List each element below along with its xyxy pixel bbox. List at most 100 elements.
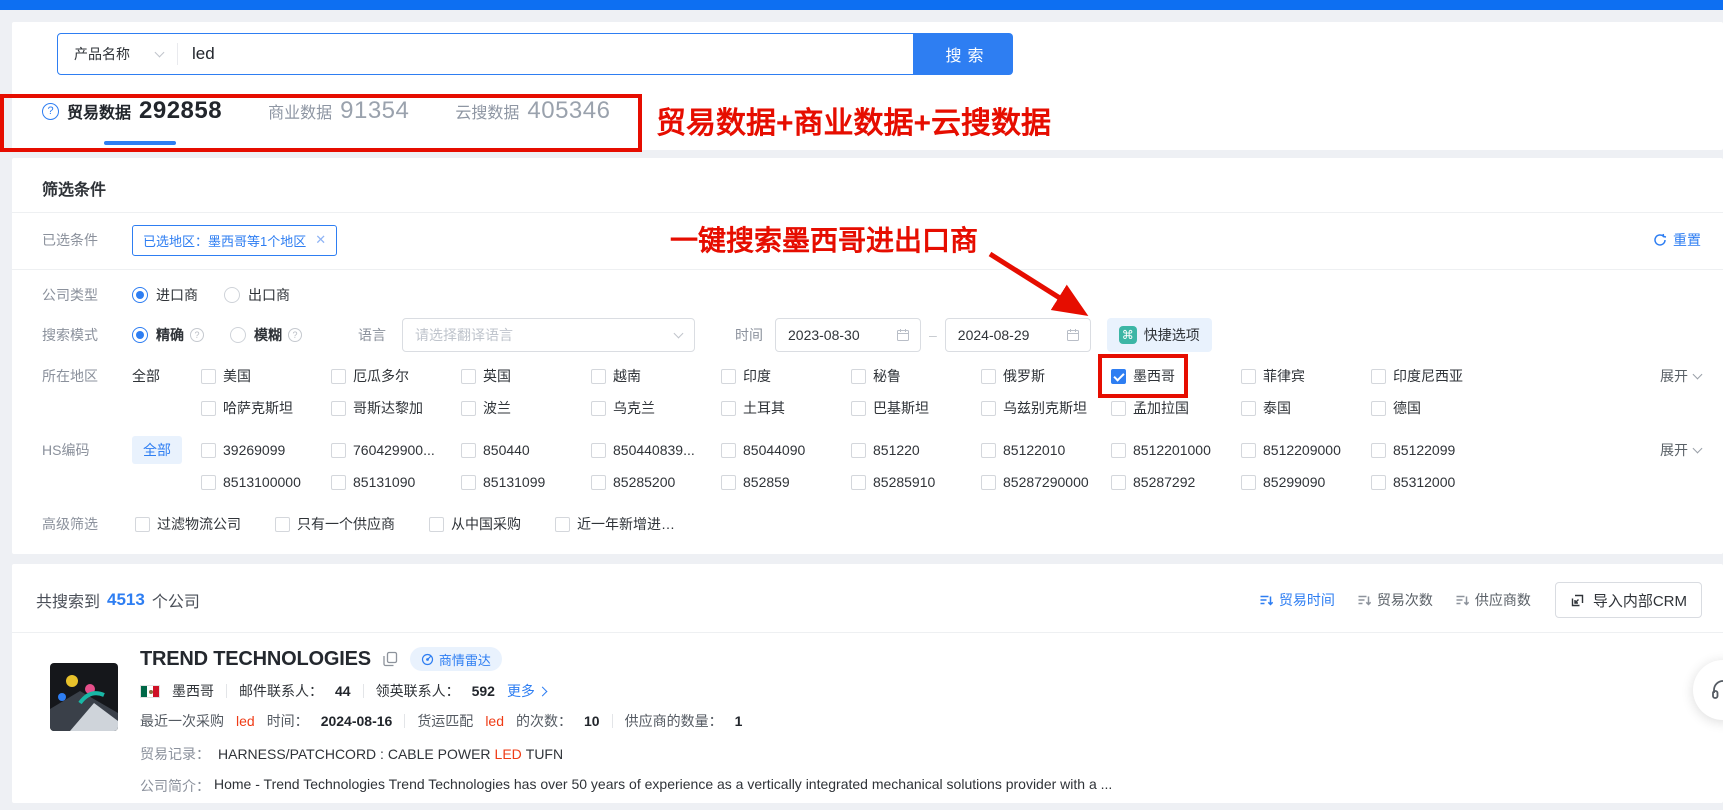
tab-business-data[interactable]: 商业数据 91354 [268,97,409,125]
search-category-select[interactable]: 产品名称 [58,44,177,64]
hs-code-checkbox[interactable]: 85122099 [1368,440,1498,460]
region-checkbox[interactable]: 哥斯达黎加 [328,396,458,420]
info-hint-icon[interactable]: ? [288,328,302,342]
hs-code-checkbox[interactable]: 85122010 [978,440,1108,460]
advanced-checkbox[interactable]: 过滤物流公司 [132,512,244,536]
sort-option[interactable]: 供应商数 [1455,590,1531,610]
region-checkbox[interactable]: 英国 [458,364,588,388]
region-checkbox[interactable]: 泰国 [1238,396,1368,420]
checkbox-label: 8512201000 [1133,442,1211,458]
more-link[interactable]: 更多 [507,681,546,701]
info-hint-icon[interactable]: ? [190,328,204,342]
date-to-input[interactable]: 2024-08-29 [945,318,1091,352]
hs-code-checkbox[interactable]: 85299090 [1238,472,1368,492]
radio-fuzzy-mode[interactable]: 模糊 ? [230,325,302,345]
checkbox-label: 孟加拉国 [1133,398,1189,418]
search-button[interactable]: 搜索 [914,33,1013,75]
business-radar-badge[interactable]: 商情雷达 [410,647,502,671]
region-all-option[interactable]: 全部 [132,366,160,386]
hs-code-checkbox[interactable]: 85312000 [1368,472,1498,492]
region-checkbox[interactable]: 印度尼西亚 [1368,364,1498,388]
hs-code-checkbox[interactable]: 851220 [848,440,978,460]
region-checkbox[interactable]: 德国 [1368,396,1498,420]
hs-code-checkbox[interactable]: 85131099 [458,472,588,492]
region-checkbox[interactable]: 越南 [588,364,718,388]
time-label: 时间 [735,325,763,345]
checkbox-label: 85287290000 [1003,474,1089,490]
region-checkbox[interactable]: 乌克兰 [588,396,718,420]
checkbox-label: 过滤物流公司 [157,514,241,534]
calendar-icon [896,328,910,342]
sort-option[interactable]: 贸易次数 [1357,590,1433,610]
region-checkbox[interactable]: 厄瓜多尔 [328,364,458,388]
radio-exact-mode[interactable]: 精确 ? [132,325,204,345]
region-checkbox[interactable]: 孟加拉国 [1108,396,1238,420]
hs-code-checkbox[interactable]: 760429900... [328,440,458,460]
region-checkbox[interactable]: 哈萨克斯坦 [198,396,328,420]
hs-code-checkbox[interactable]: 852859 [718,472,848,492]
hs-code-checkbox[interactable]: 8512201000 [1108,440,1238,460]
language-select[interactable]: 请选择翻译语言 [402,318,695,352]
hs-code-checkbox[interactable]: 85131090 [328,472,458,492]
radio-importer[interactable]: 进口商 [132,285,198,305]
hs-code-checkbox[interactable]: 850440839... [588,440,718,460]
question-circle-icon[interactable]: ? [42,103,59,120]
radio-label: 出口商 [248,285,290,305]
checkbox-label: 墨西哥 [1133,366,1175,386]
region-checkbox[interactable]: 菲律宾 [1238,364,1368,388]
advanced-checkbox[interactable]: 近一年新增进口商 [552,512,682,536]
hs-code-checkbox[interactable]: 8513100000 [198,472,328,492]
checkbox-label: 从中国采购 [451,514,521,534]
region-checkbox[interactable]: 巴基斯坦 [848,396,978,420]
copy-icon[interactable] [383,651,398,667]
advanced-checkbox[interactable]: 只有一个供应商 [272,512,398,536]
hs-code-checkbox[interactable]: 85044090 [718,440,848,460]
hs-all-option[interactable]: 全部 [132,436,182,464]
radio-icon [132,287,148,303]
checkbox-label: 乌兹别克斯坦 [1003,398,1087,418]
hs-code-checkbox[interactable]: 85285200 [588,472,718,492]
region-checkbox[interactable]: 土耳其 [718,396,848,420]
hs-code-checkbox[interactable]: 85285910 [848,472,978,492]
mexico-flag-icon [140,685,160,698]
checkbox-icon [331,443,346,458]
purchase-time-label: 时间： [267,711,309,731]
advanced-checkbox[interactable]: 从中国采购 [426,512,524,536]
hs-code-checkbox[interactable]: 85287290000 [978,472,1108,492]
radio-exporter[interactable]: 出口商 [224,285,290,305]
region-checkbox[interactable]: 秘鲁 [848,364,978,388]
checkbox-icon [1111,475,1126,490]
freight-count: 10 [584,713,600,729]
selected-conditions-label: 已选条件 [42,230,132,250]
hs-expand-button[interactable]: 展开 [1660,440,1701,460]
region-checkbox[interactable]: 美国 [198,364,328,388]
date-from-input[interactable]: 2023-08-30 [775,318,921,352]
checkbox-icon [591,401,606,416]
remove-tag-icon[interactable]: ✕ [315,232,326,248]
filter-panel: 筛选条件 已选条件 已选地区：墨西哥等1个地区 ✕ 重置 公司类型 进口商 出口… [12,158,1723,554]
region-checkbox[interactable]: 波兰 [458,396,588,420]
region-expand-button[interactable]: 展开 [1660,366,1701,386]
hs-code-checkbox[interactable]: 850440 [458,440,588,460]
quick-options-button[interactable]: ⌘ 快捷选项 [1107,318,1212,352]
checkbox-icon [1371,443,1386,458]
search-input[interactable] [178,44,913,64]
hs-code-checkbox[interactable]: 39269099 [198,440,328,460]
region-checkbox[interactable]: 墨西哥 [1108,364,1238,388]
region-checkbox[interactable]: 印度 [718,364,848,388]
region-checkbox[interactable]: 乌兹别克斯坦 [978,396,1108,420]
sort-option[interactable]: 贸易时间 [1259,590,1335,610]
region-checkbox[interactable]: 俄罗斯 [978,364,1108,388]
hs-code-checkbox[interactable]: 8512209000 [1238,440,1368,460]
checkbox-icon [461,475,476,490]
company-name[interactable]: TREND TECHNOLOGIES [140,648,371,671]
import-crm-button[interactable]: 导入内部CRM [1555,582,1702,618]
company-details: TREND TECHNOLOGIES 商情雷达 [140,647,1702,796]
tab-cloud-search-data[interactable]: 云搜数据 405346 [455,97,610,125]
checkbox-icon [461,401,476,416]
tab-trade-data[interactable]: ? 贸易数据 292858 [42,97,222,125]
hs-code-checkbox[interactable]: 85287292 [1108,472,1238,492]
reset-button[interactable]: 重置 [1653,230,1701,250]
divider [226,684,227,698]
company-thumbnail[interactable] [50,663,118,731]
